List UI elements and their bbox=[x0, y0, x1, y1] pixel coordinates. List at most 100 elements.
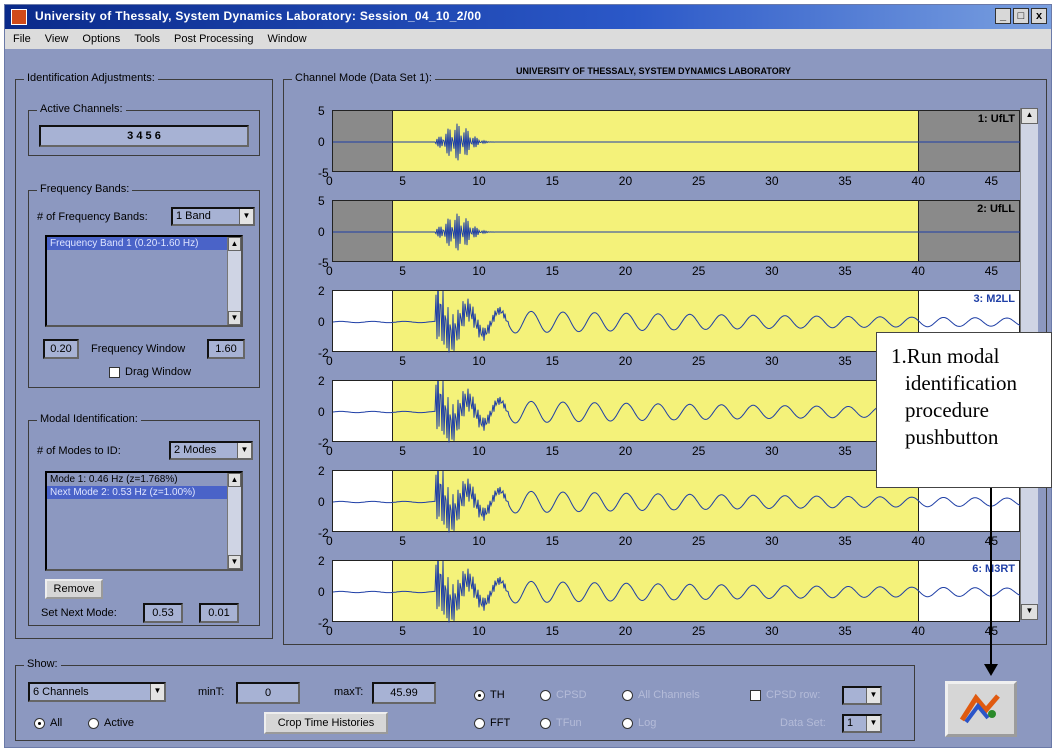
x-tick-label: 5 bbox=[399, 444, 406, 458]
callout-arrow-line bbox=[990, 488, 992, 668]
x-tick-label: 25 bbox=[691, 534, 706, 548]
data-set-value: 1 bbox=[847, 717, 854, 729]
channel-plot[interactable]: 6: M3RT bbox=[332, 560, 1021, 623]
x-tick-label: 5 bbox=[399, 174, 406, 188]
cpsd-radio[interactable] bbox=[540, 690, 551, 701]
y-tick-label: 2 bbox=[318, 284, 325, 298]
all-channels-label: All Channels bbox=[638, 689, 700, 701]
frequency-bands-group: Frequency Bands: # of Frequency Bands: 1… bbox=[28, 183, 260, 388]
channel-label: 6: M3RT bbox=[972, 563, 1015, 575]
list-item[interactable]: Frequency Band 1 (0.20-1.60 Hz) bbox=[47, 237, 241, 250]
list-item[interactable]: Mode 1: 0.46 Hz (z=1.768%) bbox=[47, 473, 241, 486]
x-tick-label: 20 bbox=[618, 264, 633, 278]
y-tick-label: 0 bbox=[318, 135, 325, 149]
all-channels-radio[interactable] bbox=[622, 690, 633, 701]
th-radio[interactable] bbox=[474, 690, 485, 701]
tfun-radio[interactable] bbox=[540, 718, 551, 729]
scroll-down-icon[interactable]: ▼ bbox=[1021, 604, 1038, 620]
tfun-label: TFun bbox=[556, 717, 582, 729]
modal-identification-title: Modal Identification: bbox=[37, 413, 141, 425]
x-tick-label: 5 bbox=[399, 354, 406, 368]
scroll-up-icon[interactable]: ▲ bbox=[228, 237, 241, 251]
x-tick-label: 15 bbox=[545, 354, 559, 368]
drag-window-checkbox[interactable] bbox=[109, 367, 120, 378]
channel-waveform bbox=[333, 123, 1021, 161]
y-tick-label: 2 bbox=[318, 374, 325, 388]
x-tick-label: 20 bbox=[618, 354, 633, 368]
x-tick-label: 10 bbox=[472, 444, 486, 458]
show-active-radio[interactable] bbox=[88, 718, 99, 729]
y-tick-label: 0 bbox=[318, 225, 325, 239]
frequency-bands-list[interactable]: Frequency Band 1 (0.20-1.60 Hz) ▲ ▼ bbox=[45, 235, 243, 327]
menu-post-processing[interactable]: Post Processing bbox=[174, 33, 253, 45]
frequency-bands-title: Frequency Bands: bbox=[37, 183, 133, 195]
next-mode-frequency-field[interactable]: 0.53 bbox=[143, 603, 183, 623]
identification-panel: Identification Adjustments: Active Chann… bbox=[15, 72, 273, 639]
channels-dropdown[interactable]: 6 Channels ▼ bbox=[28, 682, 166, 702]
y-tick-label: 0 bbox=[318, 405, 325, 419]
active-channels-title: Active Channels: bbox=[37, 103, 126, 115]
cpsd-row-checkbox[interactable] bbox=[750, 690, 761, 701]
waveform-line bbox=[333, 561, 1021, 623]
x-tick-label: 35 bbox=[838, 264, 852, 278]
x-tick-label: 30 bbox=[765, 624, 779, 638]
x-tick-label: 0 bbox=[326, 444, 333, 458]
scroll-up-icon[interactable]: ▲ bbox=[1021, 108, 1038, 124]
minimize-button[interactable]: _ bbox=[995, 8, 1011, 24]
menu-options[interactable]: Options bbox=[82, 33, 120, 45]
x-tick-label: 40 bbox=[911, 264, 925, 278]
scroll-down-icon[interactable]: ▼ bbox=[228, 311, 241, 325]
list-scrollbar[interactable]: ▲ ▼ bbox=[227, 473, 241, 569]
close-button[interactable]: x bbox=[1031, 8, 1047, 24]
channel-mode-title: Channel Mode (Data Set 1): bbox=[292, 72, 435, 84]
modes-dropdown[interactable]: 2 Modes ▼ bbox=[169, 441, 253, 460]
menu-file[interactable]: File bbox=[13, 33, 31, 45]
menu-window[interactable]: Window bbox=[267, 33, 306, 45]
max-time-field[interactable]: 45.99 bbox=[372, 682, 436, 704]
menu-tools[interactable]: Tools bbox=[134, 33, 160, 45]
x-tick-label: 25 bbox=[691, 444, 706, 458]
modes-count-label: # of Modes to ID: bbox=[37, 445, 121, 457]
modes-list[interactable]: Mode 1: 0.46 Hz (z=1.768%) Next Mode 2: … bbox=[45, 471, 243, 571]
active-channels-field[interactable]: 3 4 5 6 bbox=[39, 125, 249, 147]
maximize-button[interactable]: □ bbox=[1013, 8, 1029, 24]
fft-radio[interactable] bbox=[474, 718, 485, 729]
show-all-radio[interactable] bbox=[34, 718, 45, 729]
data-set-dropdown[interactable]: 1 ▼ bbox=[842, 714, 882, 733]
min-time-field[interactable]: 0 bbox=[236, 682, 300, 704]
crop-time-histories-button[interactable]: Crop Time Histories bbox=[264, 712, 388, 734]
remove-button[interactable]: Remove bbox=[45, 579, 103, 599]
frequency-bands-dropdown[interactable]: 1 Band ▼ bbox=[171, 207, 255, 226]
x-tick-label: 25 bbox=[691, 624, 706, 638]
show-panel: Show: 6 Channels ▼ minT: 0 maxT: 45.99 A… bbox=[15, 658, 915, 741]
window-title: University of Thessaly, System Dynamics … bbox=[35, 9, 482, 23]
scroll-down-icon[interactable]: ▼ bbox=[228, 555, 241, 569]
x-tick-label: 0 bbox=[326, 534, 333, 548]
data-set-label: Data Set: bbox=[780, 717, 826, 729]
list-item[interactable]: Next Mode 2: 0.53 Hz (z=1.00%) bbox=[47, 486, 241, 499]
y-tick-label: 0 bbox=[318, 495, 325, 509]
x-tick-label: 10 bbox=[472, 624, 486, 638]
cpsd-row-dropdown[interactable]: ▼ bbox=[842, 686, 882, 705]
frequency-min-field[interactable]: 0.20 bbox=[43, 339, 79, 359]
menu-view[interactable]: View bbox=[45, 33, 69, 45]
menu-bar: File View Options Tools Post Processing … bbox=[5, 29, 1051, 49]
min-time-label: minT: bbox=[198, 686, 225, 698]
callout-arrow-head bbox=[984, 664, 998, 676]
x-tick-label: 45 bbox=[984, 174, 999, 188]
list-scrollbar[interactable]: ▲ ▼ bbox=[227, 237, 241, 325]
channel-plot[interactable]: 1: UfLT bbox=[332, 110, 1021, 172]
lab-header: UNIVERSITY OF THESSALY, SYSTEM DYNAMICS … bbox=[516, 66, 791, 76]
scroll-up-icon[interactable]: ▲ bbox=[228, 473, 241, 487]
log-radio[interactable] bbox=[622, 718, 633, 729]
x-tick-label: 25 bbox=[691, 354, 706, 368]
x-tick-label: 10 bbox=[472, 264, 486, 278]
frequency-max-field[interactable]: 1.60 bbox=[207, 339, 245, 359]
channel-waveform bbox=[333, 561, 1021, 623]
identification-title: Identification Adjustments: bbox=[24, 72, 158, 84]
y-tick-label: 2 bbox=[318, 464, 325, 478]
run-identification-button[interactable] bbox=[945, 681, 1017, 737]
next-mode-damping-field[interactable]: 0.01 bbox=[199, 603, 239, 623]
callout-line-1: 1.Run modal bbox=[891, 344, 1000, 368]
channel-plot[interactable]: 2: UfLL bbox=[332, 200, 1021, 262]
